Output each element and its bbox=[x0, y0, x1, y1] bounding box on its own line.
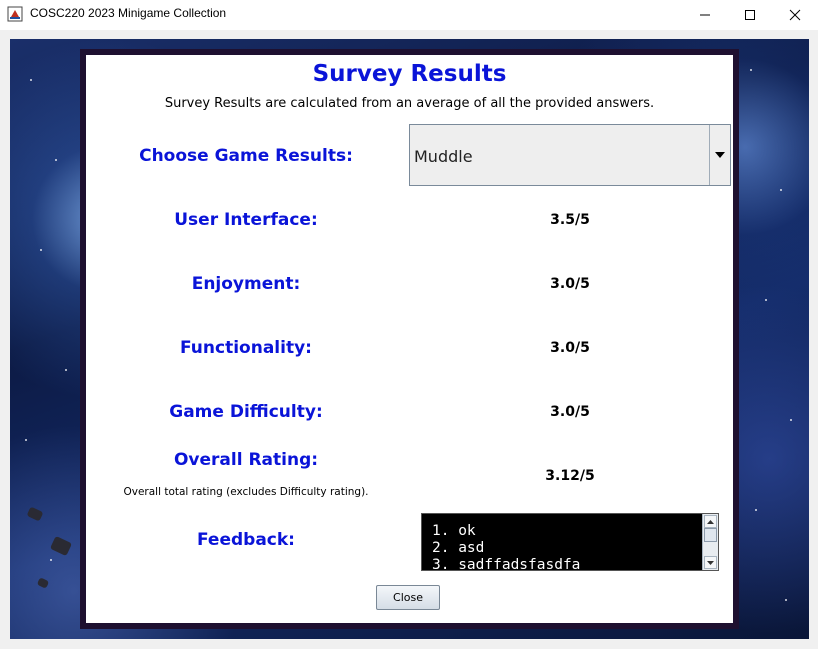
star bbox=[40, 249, 42, 251]
asteroid bbox=[49, 535, 73, 557]
star bbox=[65, 369, 67, 371]
game-select-value: Muddle bbox=[414, 147, 473, 166]
star bbox=[25, 439, 27, 441]
feedback-label: Feedback: bbox=[197, 530, 295, 550]
overall-rating-label: Overall Rating: bbox=[173, 450, 319, 470]
minimize-icon bbox=[700, 14, 710, 16]
game-difficulty-label: Game Difficulty: bbox=[169, 402, 323, 422]
survey-results-panel: Survey Results Survey Results are calcul… bbox=[86, 55, 733, 623]
star bbox=[50, 559, 52, 561]
close-button[interactable]: Close bbox=[376, 585, 440, 610]
minimize-button[interactable] bbox=[682, 0, 728, 30]
scroll-down-button[interactable] bbox=[704, 556, 717, 569]
page-subtitle: Survey Results are calculated from an av… bbox=[164, 96, 655, 111]
feedback-list: 1. ok 2. asd 3. sadffadsfasdfa bbox=[432, 523, 581, 571]
chevron-down-icon bbox=[707, 560, 714, 565]
feedback-list-box[interactable]: 1. ok 2. asd 3. sadffadsfasdfa bbox=[421, 513, 719, 571]
close-icon bbox=[789, 9, 801, 21]
feedback-scrollbar[interactable] bbox=[702, 514, 718, 570]
functionality-value: 3.0/5 bbox=[550, 340, 590, 356]
asteroid bbox=[36, 577, 50, 589]
scroll-up-button[interactable] bbox=[704, 515, 717, 528]
game-select[interactable]: Muddle bbox=[409, 124, 731, 186]
asteroid bbox=[26, 506, 44, 522]
star bbox=[780, 189, 782, 191]
window-title: COSC220 2023 Minigame Collection bbox=[30, 6, 227, 20]
window-close-button[interactable] bbox=[772, 0, 818, 30]
user-interface-label: User Interface: bbox=[174, 210, 318, 230]
maximize-button[interactable] bbox=[727, 0, 773, 30]
overall-rating-note: Overall total rating (excludes Difficult… bbox=[123, 486, 369, 498]
star bbox=[750, 69, 752, 71]
list-item: 2. asd bbox=[432, 540, 485, 556]
overall-rating-value: 3.12/5 bbox=[545, 468, 595, 484]
chevron-up-icon bbox=[707, 519, 714, 524]
page-title: Survey Results bbox=[312, 61, 507, 87]
chevron-down-icon bbox=[715, 152, 725, 158]
enjoyment-value: 3.0/5 bbox=[550, 276, 590, 292]
star bbox=[55, 159, 57, 161]
maximize-icon bbox=[745, 10, 755, 20]
scroll-thumb[interactable] bbox=[704, 528, 717, 542]
star bbox=[30, 79, 32, 81]
choose-game-label: Choose Game Results: bbox=[139, 146, 353, 166]
java-cup-icon bbox=[7, 6, 23, 22]
star bbox=[785, 599, 787, 601]
dropdown-button[interactable] bbox=[709, 125, 730, 185]
list-item: 1. ok bbox=[432, 523, 476, 539]
window-titlebar: COSC220 2023 Minigame Collection bbox=[0, 0, 818, 30]
star bbox=[765, 299, 767, 301]
list-item: 3. sadffadsfasdfa bbox=[432, 557, 581, 571]
functionality-label: Functionality: bbox=[180, 338, 312, 358]
star bbox=[755, 509, 757, 511]
star bbox=[790, 419, 792, 421]
user-interface-value: 3.5/5 bbox=[550, 212, 590, 228]
game-difficulty-value: 3.0/5 bbox=[550, 404, 590, 420]
enjoyment-label: Enjoyment: bbox=[191, 274, 301, 294]
